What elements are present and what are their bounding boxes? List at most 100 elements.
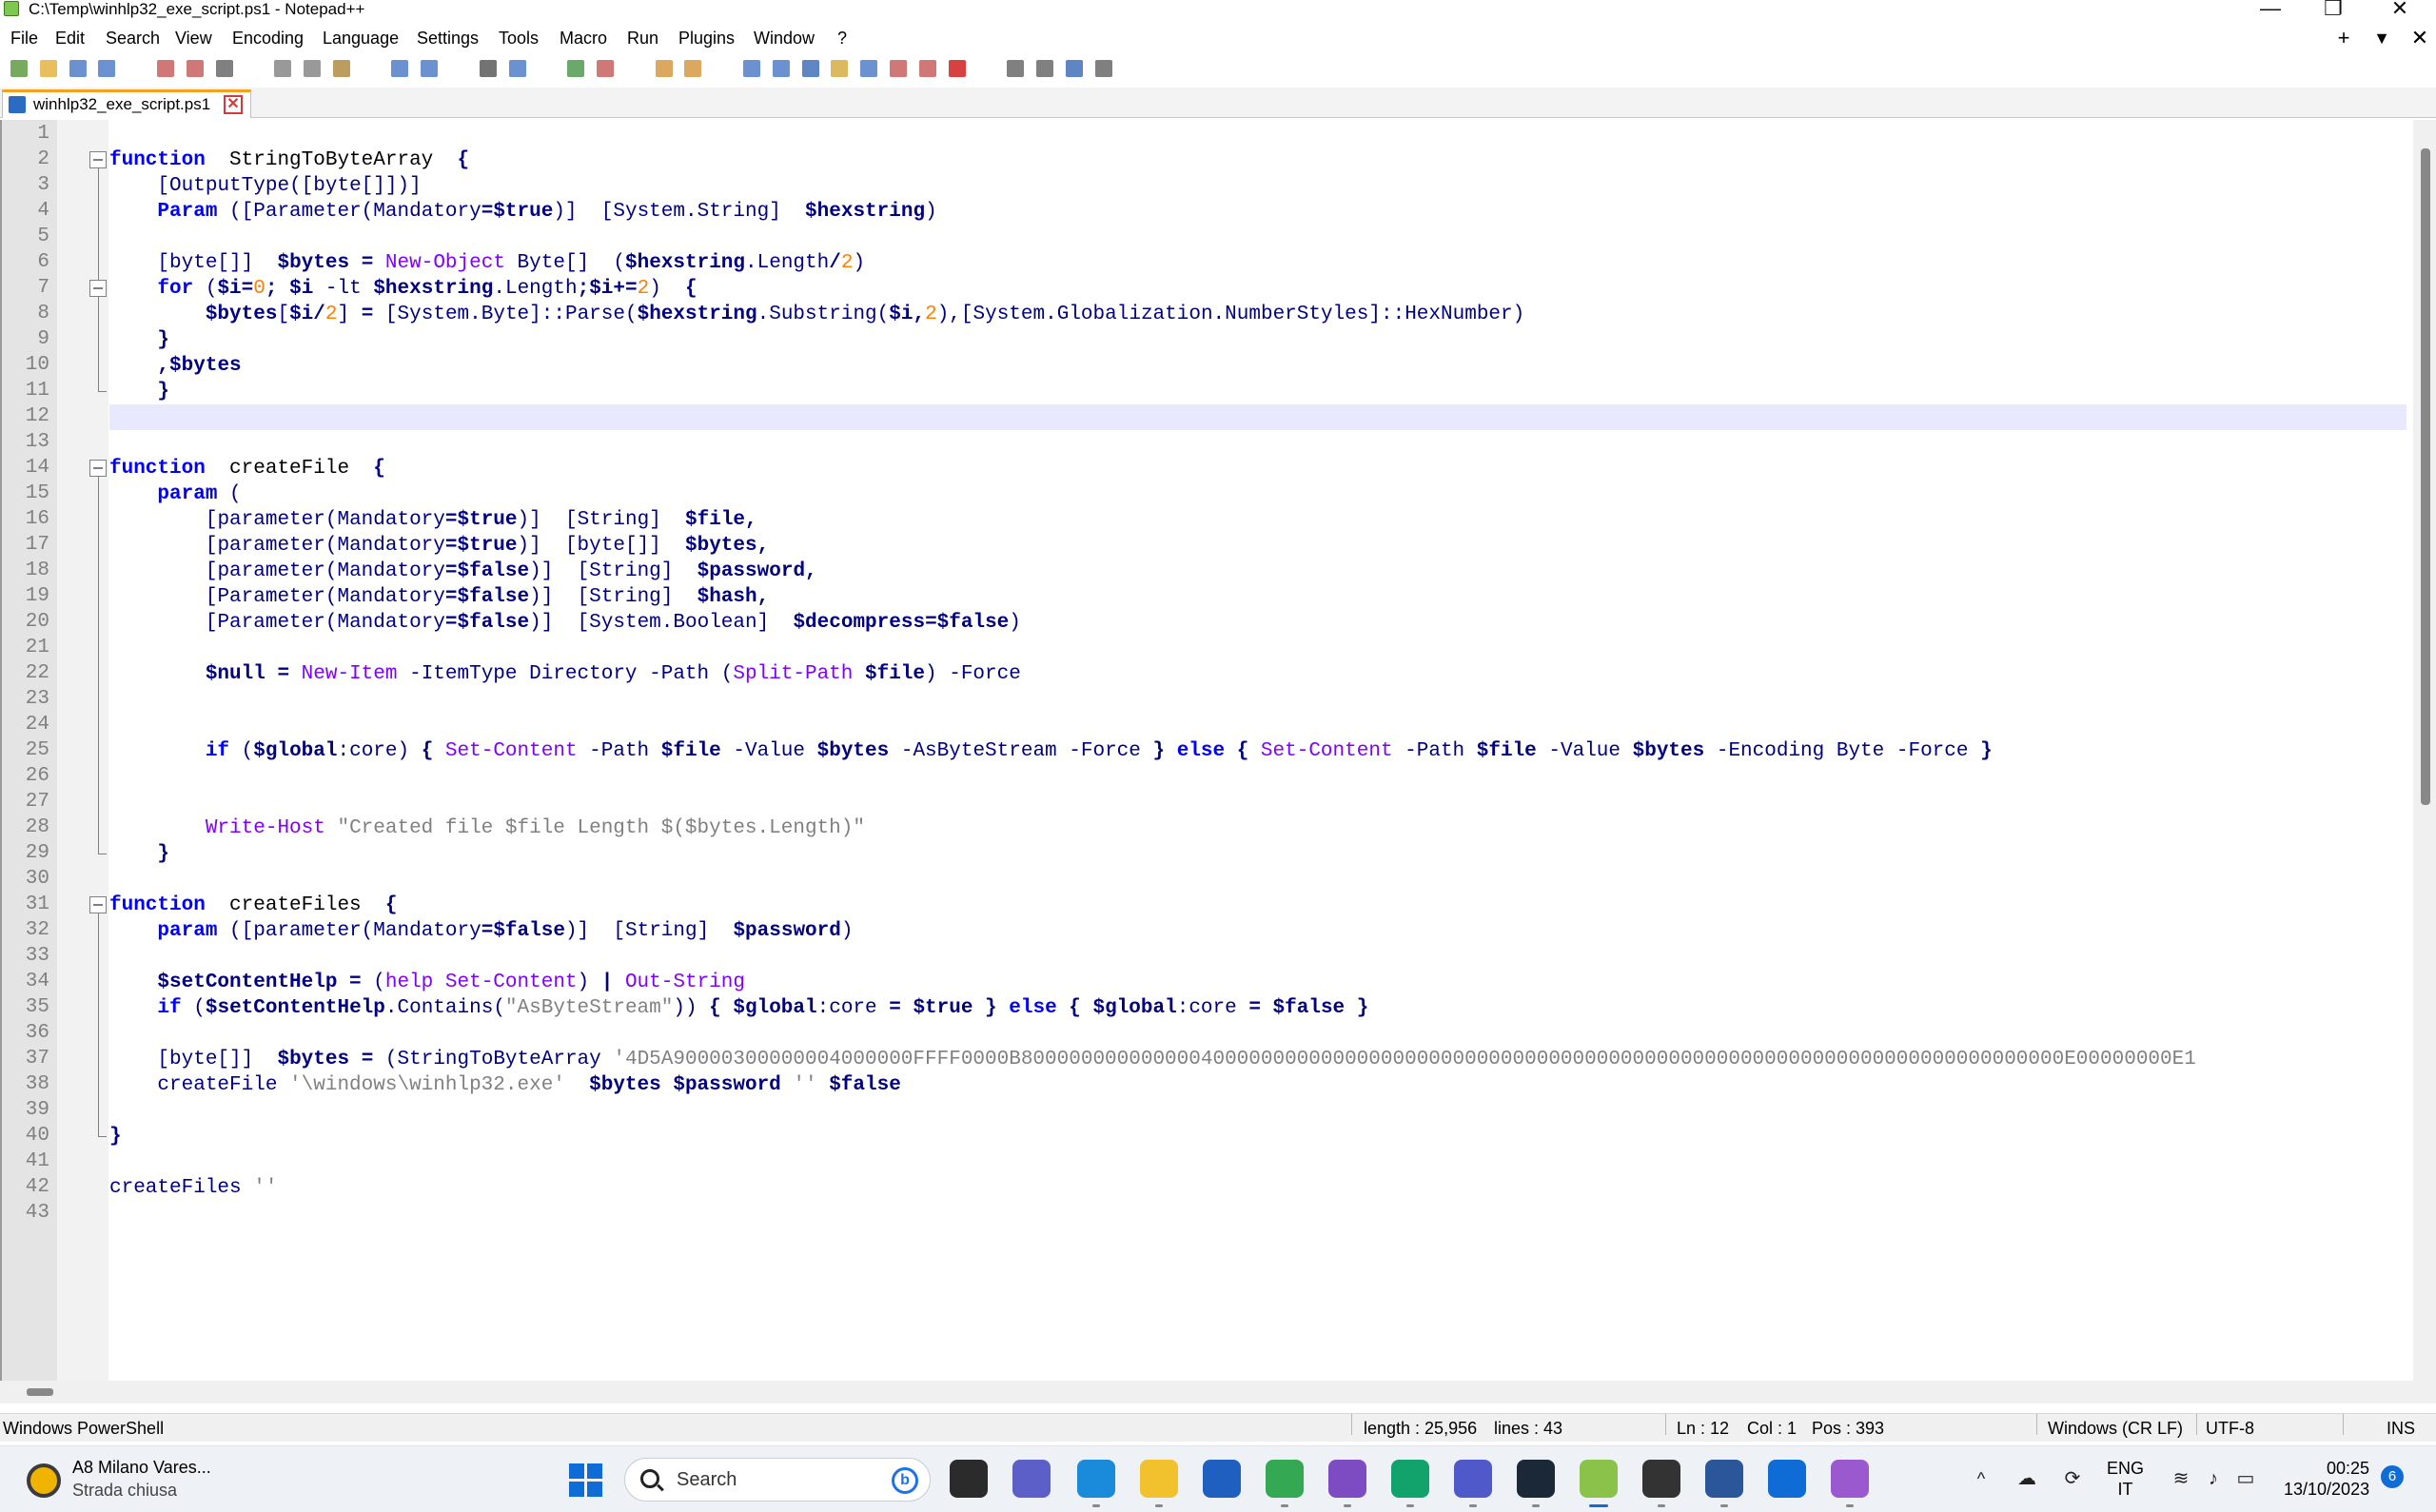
monitoring-icon[interactable] [916, 57, 939, 80]
traffic-alert-icon[interactable] [27, 1463, 61, 1498]
menu-search[interactable]: Search [106, 23, 160, 53]
input-language[interactable]: ENG IT [2107, 1458, 2144, 1500]
save-all-icon[interactable] [95, 57, 118, 80]
code-line[interactable]: createFile '\windows\winhlp32.exe' $byte… [109, 1072, 900, 1098]
close-window-button[interactable]: ✕ [2379, 0, 2421, 21]
zoom-out-icon[interactable] [594, 57, 617, 80]
code-line[interactable]: $bytes[$i/2] = [System.Byte]::Parse($hex… [109, 302, 1524, 327]
code-line[interactable]: [parameter(Mandatory=$true)] [String] $f… [109, 507, 757, 533]
code-line[interactable]: for ($i=0; $i -lt $hexstring.Length;$i+=… [109, 276, 697, 302]
word-icon[interactable] [1705, 1460, 1743, 1498]
notepadpp-icon[interactable] [1580, 1460, 1618, 1498]
code-line[interactable]: [OutputType([byte[]])] [109, 173, 421, 199]
sync-icon[interactable]: ⟳ [2061, 1467, 2084, 1490]
code-line[interactable]: } [109, 379, 169, 404]
taskbar-search[interactable]: Search b [624, 1458, 931, 1502]
chrome-icon[interactable] [1266, 1460, 1304, 1498]
menu-settings[interactable]: Settings [417, 23, 479, 53]
minimize-button[interactable]: — [2249, 0, 2291, 21]
code-line[interactable]: $setContentHelp = (help Set-Content) | O… [109, 970, 745, 995]
paste-icon[interactable] [330, 57, 353, 80]
undo-icon[interactable] [388, 57, 411, 80]
defender-icon[interactable] [1768, 1460, 1806, 1498]
code-line[interactable]: param ( [109, 481, 241, 507]
shield-app-icon[interactable] [1391, 1460, 1429, 1498]
code-line[interactable]: [Parameter(Mandatory=$false)] [String] $… [109, 584, 769, 610]
folder-workspace-icon[interactable] [887, 57, 910, 80]
start-button[interactable] [569, 1463, 603, 1498]
code-line[interactable]: [byte[]] $bytes = New-Object Byte[] ($he… [109, 250, 865, 276]
visual-studio-icon[interactable] [1328, 1460, 1366, 1498]
menu-run[interactable]: Run [627, 23, 658, 53]
code-line[interactable]: [Parameter(Mandatory=$false)] [System.Bo… [109, 610, 1021, 636]
print-icon[interactable] [213, 57, 236, 80]
code-line[interactable]: } [109, 841, 169, 867]
file-explorer-icon[interactable] [1140, 1460, 1178, 1498]
menu-plugins[interactable]: Plugins [678, 23, 735, 53]
code-line[interactable]: Write-Host "Created file $file Length $(… [109, 815, 865, 841]
battery-icon[interactable]: ▭ [2234, 1467, 2257, 1490]
code-line[interactable]: Param ([Parameter(Mandatory=$true)] [Sys… [109, 199, 936, 225]
doc-map-icon[interactable] [828, 57, 851, 80]
close-document-button[interactable]: ✕ [2406, 23, 2434, 53]
teams-icon[interactable] [1454, 1460, 1492, 1498]
code-line[interactable]: param ([parameter(Mandatory=$false)] [St… [109, 918, 853, 944]
widget-news[interactable]: A8 Milano Vares... Strada chiusa [72, 1456, 211, 1502]
edge-icon[interactable] [1077, 1460, 1115, 1498]
cut-icon[interactable] [271, 57, 294, 80]
code-line[interactable]: } [109, 327, 169, 353]
notification-badge[interactable]: 6 [2381, 1465, 2404, 1488]
volume-icon[interactable]: ♪ [2202, 1467, 2225, 1490]
onedrive-icon[interactable]: ☁ [2015, 1467, 2038, 1490]
menu-encoding[interactable]: Encoding [232, 23, 304, 53]
vertical-scrollbar[interactable] [2413, 120, 2436, 1381]
save-macro-icon[interactable] [1092, 57, 1115, 80]
code-line[interactable]: function StringToByteArray { [109, 147, 469, 173]
zoom-in-icon[interactable] [564, 57, 587, 80]
store-icon[interactable] [1203, 1460, 1241, 1498]
menu-view[interactable]: View [175, 23, 212, 53]
vertical-scroll-thumb[interactable] [2421, 148, 2430, 805]
fold-toggle-icon[interactable] [89, 280, 107, 297]
code-line[interactable]: if ($global:core) { Set-Content -Path $f… [109, 738, 1993, 764]
open-file-icon[interactable] [37, 57, 60, 80]
replace-icon[interactable] [506, 57, 529, 80]
wifi-icon[interactable]: ≋ [2170, 1467, 2192, 1490]
tab-winhlp32-script[interactable]: winhlp32_exe_script.ps1 ✕ [2, 89, 251, 118]
close-all-icon[interactable] [184, 57, 206, 80]
horizontal-scroll-thumb[interactable] [27, 1388, 53, 1396]
menu-tools[interactable]: Tools [499, 23, 539, 53]
indent-guide-icon[interactable] [799, 57, 822, 80]
menu-edit[interactable]: Edit [55, 23, 85, 53]
menu-macro[interactable]: Macro [560, 23, 607, 53]
code-line[interactable]: ,$bytes [109, 353, 241, 379]
copy-icon[interactable] [301, 57, 324, 80]
menu-language[interactable]: Language [323, 23, 399, 53]
menu-help[interactable]: ? [837, 23, 847, 53]
task-view-icon[interactable] [950, 1460, 988, 1498]
start-record-icon[interactable] [946, 57, 969, 80]
editor[interactable]: 1 2 3 4 5 6 7 8 9 10 11 12 13 14 15 16 17 18 19 20 21 22 23 24 2… [0, 120, 2436, 1381]
code-area[interactable]: function StringToByteArray { [OutputType… [109, 120, 2407, 1381]
steam-icon[interactable] [1517, 1460, 1555, 1498]
fold-toggle-icon[interactable] [89, 151, 107, 168]
fold-toggle-icon[interactable] [89, 460, 107, 477]
menu-window[interactable]: Window [754, 23, 815, 53]
sync-vertical-icon[interactable] [653, 57, 676, 80]
playback-icon[interactable] [1033, 57, 1056, 80]
new-tab-button[interactable]: + [2329, 23, 2358, 53]
code-line[interactable]: $null = New-Item -ItemType Directory -Pa… [109, 661, 1021, 687]
code-line[interactable]: createFiles '' [109, 1175, 277, 1201]
stop-record-icon[interactable] [1004, 57, 1027, 80]
terminal-icon[interactable] [1642, 1460, 1680, 1498]
horizontal-scrollbar[interactable] [0, 1381, 2436, 1404]
code-line[interactable]: if ($setContentHelp.Contains("AsByteStre… [109, 995, 1368, 1021]
new-file-icon[interactable] [8, 57, 30, 80]
code-line[interactable]: function createFile { [109, 456, 385, 481]
tab-list-button[interactable]: ▼ [2367, 23, 2396, 53]
fold-toggle-icon[interactable] [89, 896, 107, 913]
tab-close-icon[interactable]: ✕ [224, 95, 243, 114]
code-line[interactable]: function createFiles { [109, 893, 397, 918]
restore-button[interactable]: ❐ [2312, 0, 2354, 21]
save-icon[interactable] [67, 57, 89, 80]
